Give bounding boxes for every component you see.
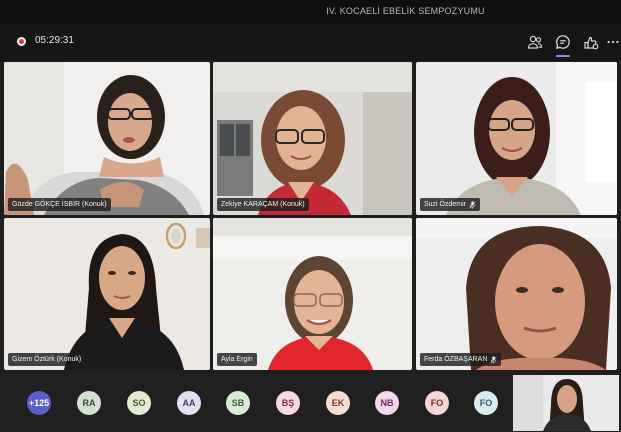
muted-mic-icon (469, 200, 476, 209)
participant-video (416, 218, 617, 370)
participant-avatar[interactable]: AA (177, 391, 201, 415)
participant-tile[interactable]: Suzi Özdemir (416, 62, 617, 215)
participant-name: Ferda ÖZBAŞARAN (424, 356, 488, 363)
more-icon[interactable] (606, 32, 620, 52)
self-view-video[interactable] (513, 375, 619, 431)
participant-video (213, 62, 412, 215)
participant-tile[interactable]: Gözde GÖKÇE İSBİR (Konuk) (4, 62, 210, 215)
participant-tile[interactable]: Ayla Ergin (213, 218, 412, 370)
participant-name: Zekiye KARAÇAM (Konuk) (221, 201, 305, 208)
participant-avatar[interactable]: BŞ (276, 391, 300, 415)
meeting-toolbar: 05:29:31 (0, 24, 621, 61)
participant-avatar[interactable]: FO (474, 391, 498, 415)
participant-tile[interactable]: Gizem Öztürk (Konuk) (4, 218, 210, 370)
participant-video (4, 62, 210, 215)
participant-name: Gözde GÖKÇE İSBİR (Konuk) (12, 201, 107, 208)
participant-tile[interactable]: Zekiye KARAÇAM (Konuk) (213, 62, 412, 215)
meeting-title: IV. KOCAELİ EBELİK SEMPOZYUMU (326, 6, 485, 16)
participant-name-tag: Ferda ÖZBAŞARAN (420, 353, 502, 366)
participant-video (213, 218, 412, 370)
chat-icon[interactable] (553, 32, 573, 52)
more-participants-button[interactable]: +125 (27, 391, 51, 415)
participant-name-tag: Gizem Öztürk (Konuk) (8, 353, 86, 366)
participant-video (4, 218, 210, 370)
participant-avatar[interactable]: RA (77, 391, 101, 415)
participant-name-tag: Zekiye KARAÇAM (Konuk) (217, 198, 309, 211)
video-grid: Gözde GÖKÇE İSBİR (Konuk) Zekiye KARAÇAM… (0, 61, 621, 374)
participant-name-tag: Suzi Özdemir (420, 198, 481, 211)
participant-avatar[interactable]: NB (375, 391, 399, 415)
participant-name-tag: Gözde GÖKÇE İSBİR (Konuk) (8, 198, 111, 211)
participant-name: Gizem Öztürk (Konuk) (12, 356, 82, 363)
participant-avatar[interactable]: SO (127, 391, 151, 415)
participant-name: Ayla Ergin (221, 356, 253, 363)
participant-name-tag: Ayla Ergin (217, 353, 257, 366)
recording-timer: 05:29:31 (35, 35, 74, 46)
title-bar: IV. KOCAELİ EBELİK SEMPOZYUMU (0, 0, 621, 24)
participant-name: Suzi Özdemir (424, 201, 467, 208)
participant-avatar[interactable]: SB (226, 391, 250, 415)
chat-active-indicator (556, 55, 570, 57)
participant-tile[interactable]: Ferda ÖZBAŞARAN (416, 218, 617, 370)
participant-video (416, 62, 617, 215)
people-icon[interactable] (525, 32, 545, 52)
reactions-icon[interactable] (581, 32, 601, 52)
participant-avatar[interactable]: FO (425, 391, 449, 415)
recording-icon (17, 37, 26, 46)
muted-mic-icon (490, 355, 497, 364)
participant-avatar[interactable]: EK (326, 391, 350, 415)
